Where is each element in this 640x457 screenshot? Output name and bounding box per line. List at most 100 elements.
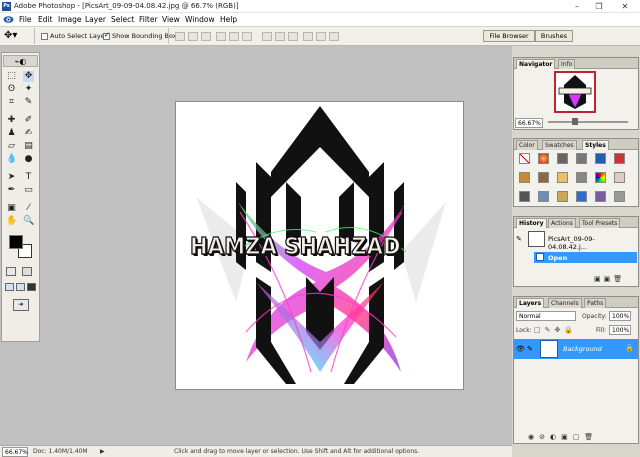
hand-tool-icon[interactable]: ✋ — [6, 216, 17, 227]
document-canvas[interactable]: HAMZA SHAHZAD — [175, 101, 464, 390]
style-swatch[interactable] — [614, 172, 625, 183]
navigator-zoom-slider[interactable] — [548, 121, 628, 123]
pen-tool-icon[interactable]: ✒ — [6, 185, 17, 196]
zoom-tool-icon[interactable]: 🔍 — [23, 216, 34, 227]
gradient-tool-icon[interactable]: ▤ — [23, 141, 34, 152]
style-swatch[interactable] — [595, 153, 606, 164]
close-button[interactable]: ✕ — [614, 0, 636, 13]
restore-button[interactable]: ❐ — [588, 0, 610, 13]
menu-help[interactable]: Help — [220, 15, 237, 24]
slice-tool-icon[interactable]: ✎ — [23, 97, 34, 108]
tab-paths[interactable]: Paths — [584, 298, 607, 308]
style-swatch[interactable] — [595, 172, 606, 183]
screen-mode-full-icon[interactable] — [27, 283, 36, 291]
type-tool-icon[interactable]: T — [23, 172, 34, 183]
menu-window[interactable]: Window — [185, 15, 215, 24]
style-swatch[interactable] — [614, 153, 625, 164]
history-state-open[interactable]: Open — [534, 252, 637, 263]
style-swatch[interactable] — [557, 172, 568, 183]
tab-info[interactable]: Info — [558, 59, 576, 69]
distribute-bottom-icon[interactable] — [288, 32, 298, 41]
bounding-box-checkbox[interactable] — [103, 31, 110, 40]
align-left-icon[interactable] — [216, 32, 226, 41]
distribute-left-icon[interactable] — [303, 32, 313, 41]
menu-select[interactable]: Select — [111, 15, 134, 24]
menu-layer[interactable]: Layer — [85, 15, 106, 24]
tab-swatches[interactable]: Swatches — [542, 140, 577, 150]
style-swatch[interactable] — [557, 191, 568, 202]
lasso-tool-icon[interactable]: ʘ — [6, 84, 17, 95]
shape-tool-icon[interactable]: ▭ — [23, 185, 34, 196]
auto-select-checkbox[interactable] — [41, 33, 48, 40]
jump-to-imageready-icon[interactable]: ➜ — [13, 299, 29, 311]
align-hcenter-icon[interactable] — [229, 32, 239, 41]
style-swatch[interactable] — [576, 191, 587, 202]
brushes-tab[interactable]: Brushes — [535, 30, 573, 42]
distribute-top-icon[interactable] — [262, 32, 272, 41]
style-swatch[interactable] — [538, 172, 549, 183]
style-none-swatch[interactable] — [519, 153, 530, 164]
move-tool-icon[interactable]: ✥ — [23, 71, 34, 82]
screen-mode-standard-icon[interactable] — [5, 283, 14, 291]
menu-edit[interactable]: Edit — [38, 15, 53, 24]
style-swatch[interactable] — [538, 191, 549, 202]
align-vcenter-icon[interactable] — [188, 32, 198, 41]
menu-view[interactable]: View — [162, 15, 180, 24]
menu-image[interactable]: Image — [58, 15, 82, 24]
history-brush-source-icon[interactable]: ✎ — [516, 235, 522, 243]
style-swatch[interactable] — [595, 191, 606, 202]
blur-tool-icon[interactable]: 💧 — [6, 154, 17, 165]
align-top-icon[interactable] — [175, 32, 185, 41]
history-snapshot[interactable]: ✎ PicsArt_09-09-04.08.42.j... — [515, 230, 629, 251]
marquee-tool-icon[interactable]: ⬚ — [6, 71, 17, 82]
foreground-color-swatch[interactable] — [9, 235, 23, 249]
notes-tool-icon[interactable]: ▣ — [6, 203, 17, 214]
navigator-zoom-field[interactable]: 66.67% — [515, 118, 543, 128]
style-swatch[interactable] — [576, 153, 587, 164]
standard-mode-icon[interactable] — [6, 267, 16, 276]
eraser-tool-icon[interactable]: ▱ — [6, 141, 17, 152]
tab-navigator[interactable]: Navigator — [516, 59, 556, 69]
magic-wand-icon[interactable]: ✦ — [23, 84, 34, 95]
menu-filter[interactable]: Filter — [139, 15, 158, 24]
brush-tool-icon[interactable]: ✐ — [23, 115, 34, 126]
history-footer-buttons[interactable]: ▣▣🗑 — [594, 275, 625, 283]
adobe-online-icon[interactable]: ⌁◐ — [3, 55, 38, 67]
navigator-thumbnail[interactable] — [554, 71, 596, 113]
dodge-tool-icon[interactable]: ● — [23, 154, 34, 165]
align-bottom-icon[interactable] — [201, 32, 211, 41]
tab-tool-presets[interactable]: Tool Presets — [579, 218, 621, 228]
clone-stamp-icon[interactable]: ♟ — [6, 128, 17, 139]
fill-field[interactable]: 100% — [609, 325, 631, 335]
align-right-icon[interactable] — [242, 32, 252, 41]
distribute-hcenter-icon[interactable] — [316, 32, 326, 41]
style-swatch[interactable] — [519, 172, 530, 183]
style-swatch[interactable] — [614, 191, 625, 202]
quickmask-mode-icon[interactable] — [22, 267, 32, 276]
path-selection-icon[interactable]: ➤ — [6, 172, 17, 183]
layer-visibility-eye-icon[interactable]: 👁 — [516, 345, 525, 353]
distribute-right-icon[interactable] — [329, 32, 339, 41]
status-zoom-field[interactable]: 66.67% — [2, 447, 28, 457]
distribute-vcenter-icon[interactable] — [275, 32, 285, 41]
move-tool-preset-icon[interactable]: ✥▾ — [4, 30, 17, 41]
minimize-button[interactable]: – — [566, 0, 588, 13]
menu-file[interactable]: File — [19, 15, 32, 24]
style-swatch[interactable] — [519, 191, 530, 202]
status-arrow-icon[interactable]: ▶ — [100, 448, 105, 455]
style-swatch[interactable] — [557, 153, 568, 164]
style-swatch[interactable] — [538, 153, 549, 164]
tab-layers[interactable]: Layers — [516, 298, 545, 308]
tab-history[interactable]: History — [516, 218, 547, 228]
lock-buttons[interactable]: □✎✥🔒 — [534, 326, 577, 334]
opacity-field[interactable]: 100% — [609, 311, 631, 321]
layer-row-background[interactable]: 👁 ✎ Background 🔒 — [514, 339, 638, 359]
crop-tool-icon[interactable]: ⌗ — [6, 97, 17, 108]
history-brush-icon[interactable]: ✍ — [23, 128, 34, 139]
file-browser-tab[interactable]: File Browser — [483, 30, 535, 42]
healing-brush-icon[interactable]: ✚ — [6, 115, 17, 126]
tab-channels[interactable]: Channels — [548, 298, 582, 308]
layers-footer-buttons[interactable]: ◉⊘◐▣▢🗑 — [528, 433, 598, 441]
tab-actions[interactable]: Actions — [548, 218, 576, 228]
tab-color[interactable]: Color — [516, 140, 538, 150]
